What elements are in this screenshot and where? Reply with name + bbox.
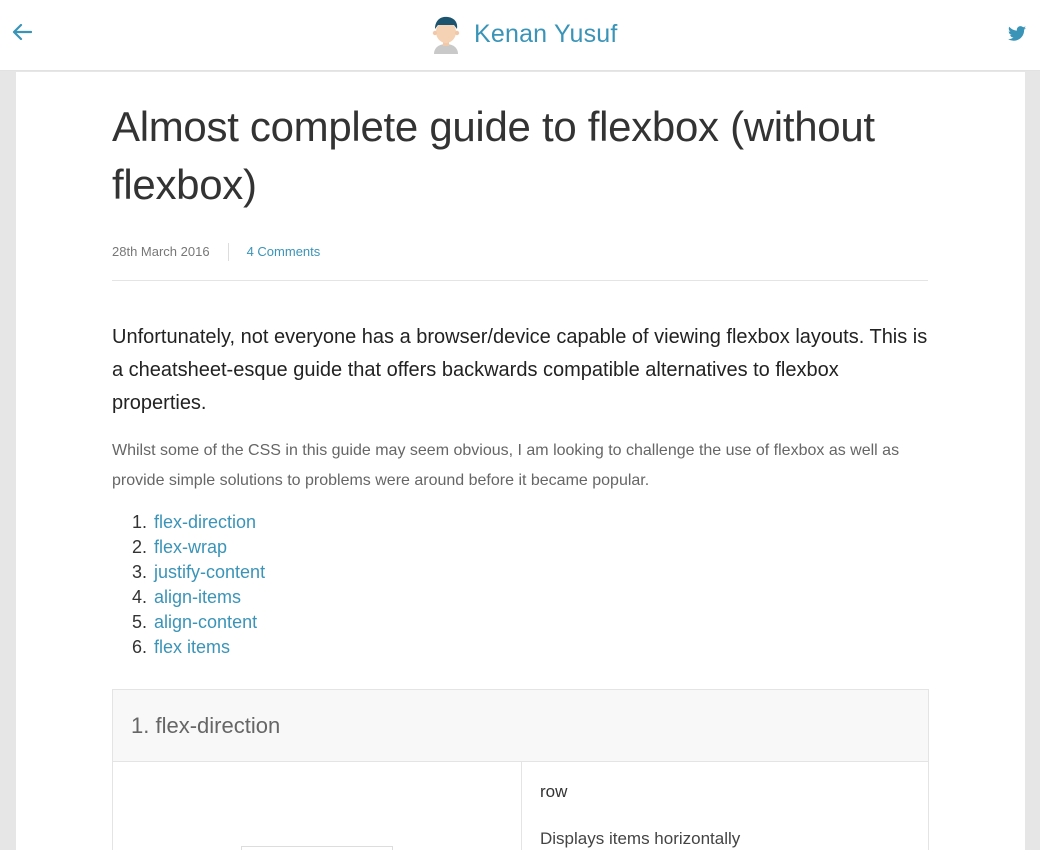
column-divider <box>521 762 522 850</box>
section-body: row Displays items horizontally <box>113 762 928 850</box>
property-value: row <box>540 782 568 801</box>
toc-item: 1. flex-direction <box>132 510 928 535</box>
toc-item: 5. align-content <box>132 610 928 635</box>
demo-preview <box>241 846 393 850</box>
flex-direction-section: 1. flex-direction row Displays items hor… <box>112 689 929 850</box>
toc-item: 4. align-items <box>132 585 928 610</box>
publish-date: 28th March 2016 <box>112 243 229 261</box>
twitter-icon <box>1008 25 1026 41</box>
site-brand-link[interactable]: Kenan Yusuf <box>428 14 618 54</box>
toc-number: 2. <box>132 537 148 557</box>
top-navigation-bar: Kenan Yusuf <box>0 0 1040 71</box>
toc-number: 4. <box>132 587 148 607</box>
site-name: Kenan Yusuf <box>474 19 618 48</box>
toc-link-align-content[interactable]: align-content <box>154 612 257 632</box>
article-title: Almost complete guide to flexbox (withou… <box>112 103 875 208</box>
intro-paragraph: Whilst some of the CSS in this guide may… <box>112 442 900 489</box>
comments-link[interactable]: 4 Comments <box>229 243 321 261</box>
section-heading: 1. flex-direction <box>113 690 928 762</box>
article-meta: 28th March 2016 4 Comments <box>112 242 928 262</box>
toc-number: 3. <box>132 562 148 582</box>
toc-link-justify-content[interactable]: justify-content <box>154 562 265 582</box>
article-content: Almost complete guide to flexbox (withou… <box>112 72 929 850</box>
toc-item: 3. justify-content <box>132 560 928 585</box>
property-description: Displays items horizontally <box>540 829 741 848</box>
table-of-contents: 1. flex-direction 2. flex-wrap 3. justif… <box>112 510 928 660</box>
arrow-left-icon <box>12 24 32 40</box>
back-button[interactable] <box>10 20 34 44</box>
toc-number: 1. <box>132 512 148 532</box>
toc-link-flex-wrap[interactable]: flex-wrap <box>154 537 227 557</box>
twitter-link[interactable] <box>1006 22 1028 44</box>
toc-item: 2. flex-wrap <box>132 535 928 560</box>
toc-item: 6. flex items <box>132 635 928 660</box>
avatar <box>432 16 460 54</box>
lead-paragraph: Unfortunately, not everyone has a browse… <box>112 326 928 414</box>
toc-link-flex-direction[interactable]: flex-direction <box>154 512 256 532</box>
toc-link-align-items[interactable]: align-items <box>154 587 241 607</box>
toc-link-flex-items[interactable]: flex items <box>154 637 230 657</box>
article-page: Almost complete guide to flexbox (withou… <box>16 72 1025 850</box>
meta-divider <box>112 280 928 281</box>
toc-number: 6. <box>132 637 148 657</box>
toc-number: 5. <box>132 612 148 632</box>
